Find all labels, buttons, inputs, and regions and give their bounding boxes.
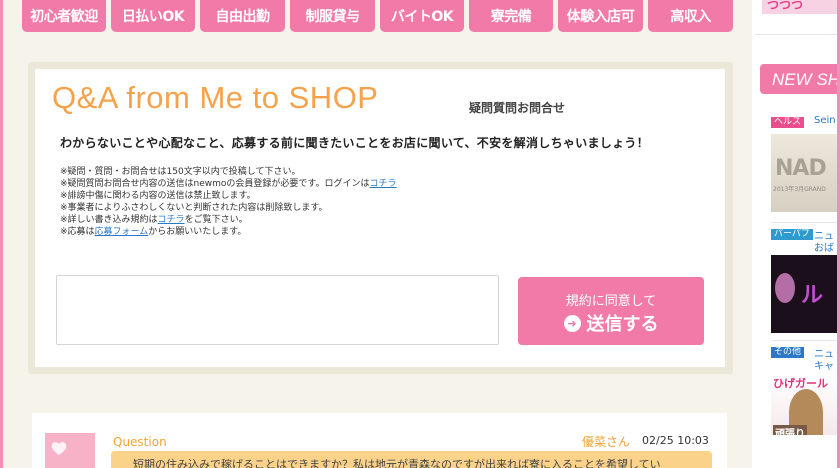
tag-beginner-welcome[interactable]: 初心者歓迎 — [22, 0, 106, 32]
qa-notes: ※疑問・質問・お問合せは150文字以内で投稿して下さい。 ※疑問質問お問合せ内容… — [60, 166, 397, 238]
shop-thumbnail[interactable]: NAD 2013年3月GRAND — [771, 134, 837, 212]
qa-lead-text: わからないことや心配なこと、応募する前に聞きたいことをお店に聞いて、不安を解消し… — [60, 136, 649, 150]
tag-trial-entry[interactable]: 体験入店可 — [558, 0, 643, 32]
question-text: 短期の住み込みで稼げることはできますか？私は地元が青森なのですが出来れば寮に入る… — [133, 458, 661, 468]
send-button-caption: 規約に同意して — [565, 294, 657, 309]
send-button-label: 送信する — [586, 314, 659, 335]
feature-tag-bar: 初心者歓迎 日払いOK 自由出勤 制服貸与 バイトOK 寮完備 体験入店可 高収… — [22, 0, 734, 32]
shop-name-link-line2[interactable]: キャ — [814, 357, 834, 372]
shop-category-badge: パーパブ — [771, 229, 813, 240]
glow-shape — [775, 273, 795, 303]
tag-daily-pay[interactable]: 日払いOK — [111, 0, 195, 32]
shop-category-badge: その他 — [771, 347, 805, 358]
note-line: ※誹謗中傷に関わる内容の送信は禁止致します。 — [60, 191, 256, 201]
new-shop-header: NEW SH — [760, 64, 837, 94]
send-button-main: ➜ 送信する — [518, 310, 704, 336]
heart-avatar-icon — [45, 433, 95, 468]
shop-thumbnail[interactable]: ひげガール 頑張り — [771, 375, 837, 435]
shop-thumbnail[interactable]: ル — [771, 255, 837, 333]
login-link[interactable]: コチラ — [370, 179, 397, 189]
question-input[interactable] — [56, 275, 499, 345]
sidebar-banner[interactable]: つつつ — [762, 0, 837, 14]
divider — [755, 34, 837, 35]
tag-dormitory[interactable]: 寮完備 — [469, 0, 553, 32]
terms-link[interactable]: コチラ — [158, 215, 185, 225]
shop-thumbnail-logo: NAD — [775, 156, 827, 181]
shop-thumbnail-logo: ひげガール — [773, 377, 828, 390]
divider — [771, 222, 837, 223]
qa-subtitle: 疑問質問お問合せ — [469, 101, 566, 115]
apply-form-link[interactable]: 応募フォーム — [95, 227, 149, 237]
shop-thumbnail-logo: ル — [801, 283, 824, 308]
arrow-circle-icon: ➜ — [563, 314, 581, 332]
question-date: 02/25 10:03 — [642, 434, 709, 447]
shop-name-link[interactable]: Sein — [814, 115, 836, 126]
tag-part-time-ok[interactable]: バイトOK — [380, 0, 464, 32]
tag-uniform-rental[interactable]: 制服貸与 — [290, 0, 375, 32]
note-line: ※疑問質問お問合せ内容の送信はnewmoの会員登録が必要です。ログインはコチラ — [60, 179, 397, 189]
question-user: 優菜さん — [582, 435, 631, 449]
note-line: ※応募は応募フォームからお願いいたします。 — [60, 227, 247, 237]
send-button[interactable]: 規約に同意して ➜ 送信する — [518, 277, 704, 345]
note-line: ※疑問・質問・お問合せは150文字以内で投稿して下さい。 — [60, 167, 301, 177]
question-label: Question — [113, 435, 167, 449]
shop-thumbnail-caption: 2013年3月GRAND — [773, 186, 826, 193]
tag-high-income[interactable]: 高収入 — [648, 0, 733, 32]
shop-category-badge: ヘルス — [771, 117, 805, 128]
new-shop-title: NEW SH — [772, 70, 837, 89]
tag-free-attendance[interactable]: 自由出勤 — [200, 0, 285, 32]
divider — [771, 340, 837, 341]
note-line: ※事業者によりふさわしくないと判断された内容は削除致します。 — [60, 203, 328, 213]
shop-name-link-line2[interactable]: おば — [814, 239, 834, 254]
shop-thumbnail-caption: 頑張り — [773, 425, 807, 435]
qa-title: Q&A from Me to SHOP — [52, 80, 379, 115]
note-line: ※詳しい書き込み規約はコチラをご覧下さい。 — [60, 215, 248, 225]
sidebar-banner-text: つつつ — [767, 0, 804, 12]
